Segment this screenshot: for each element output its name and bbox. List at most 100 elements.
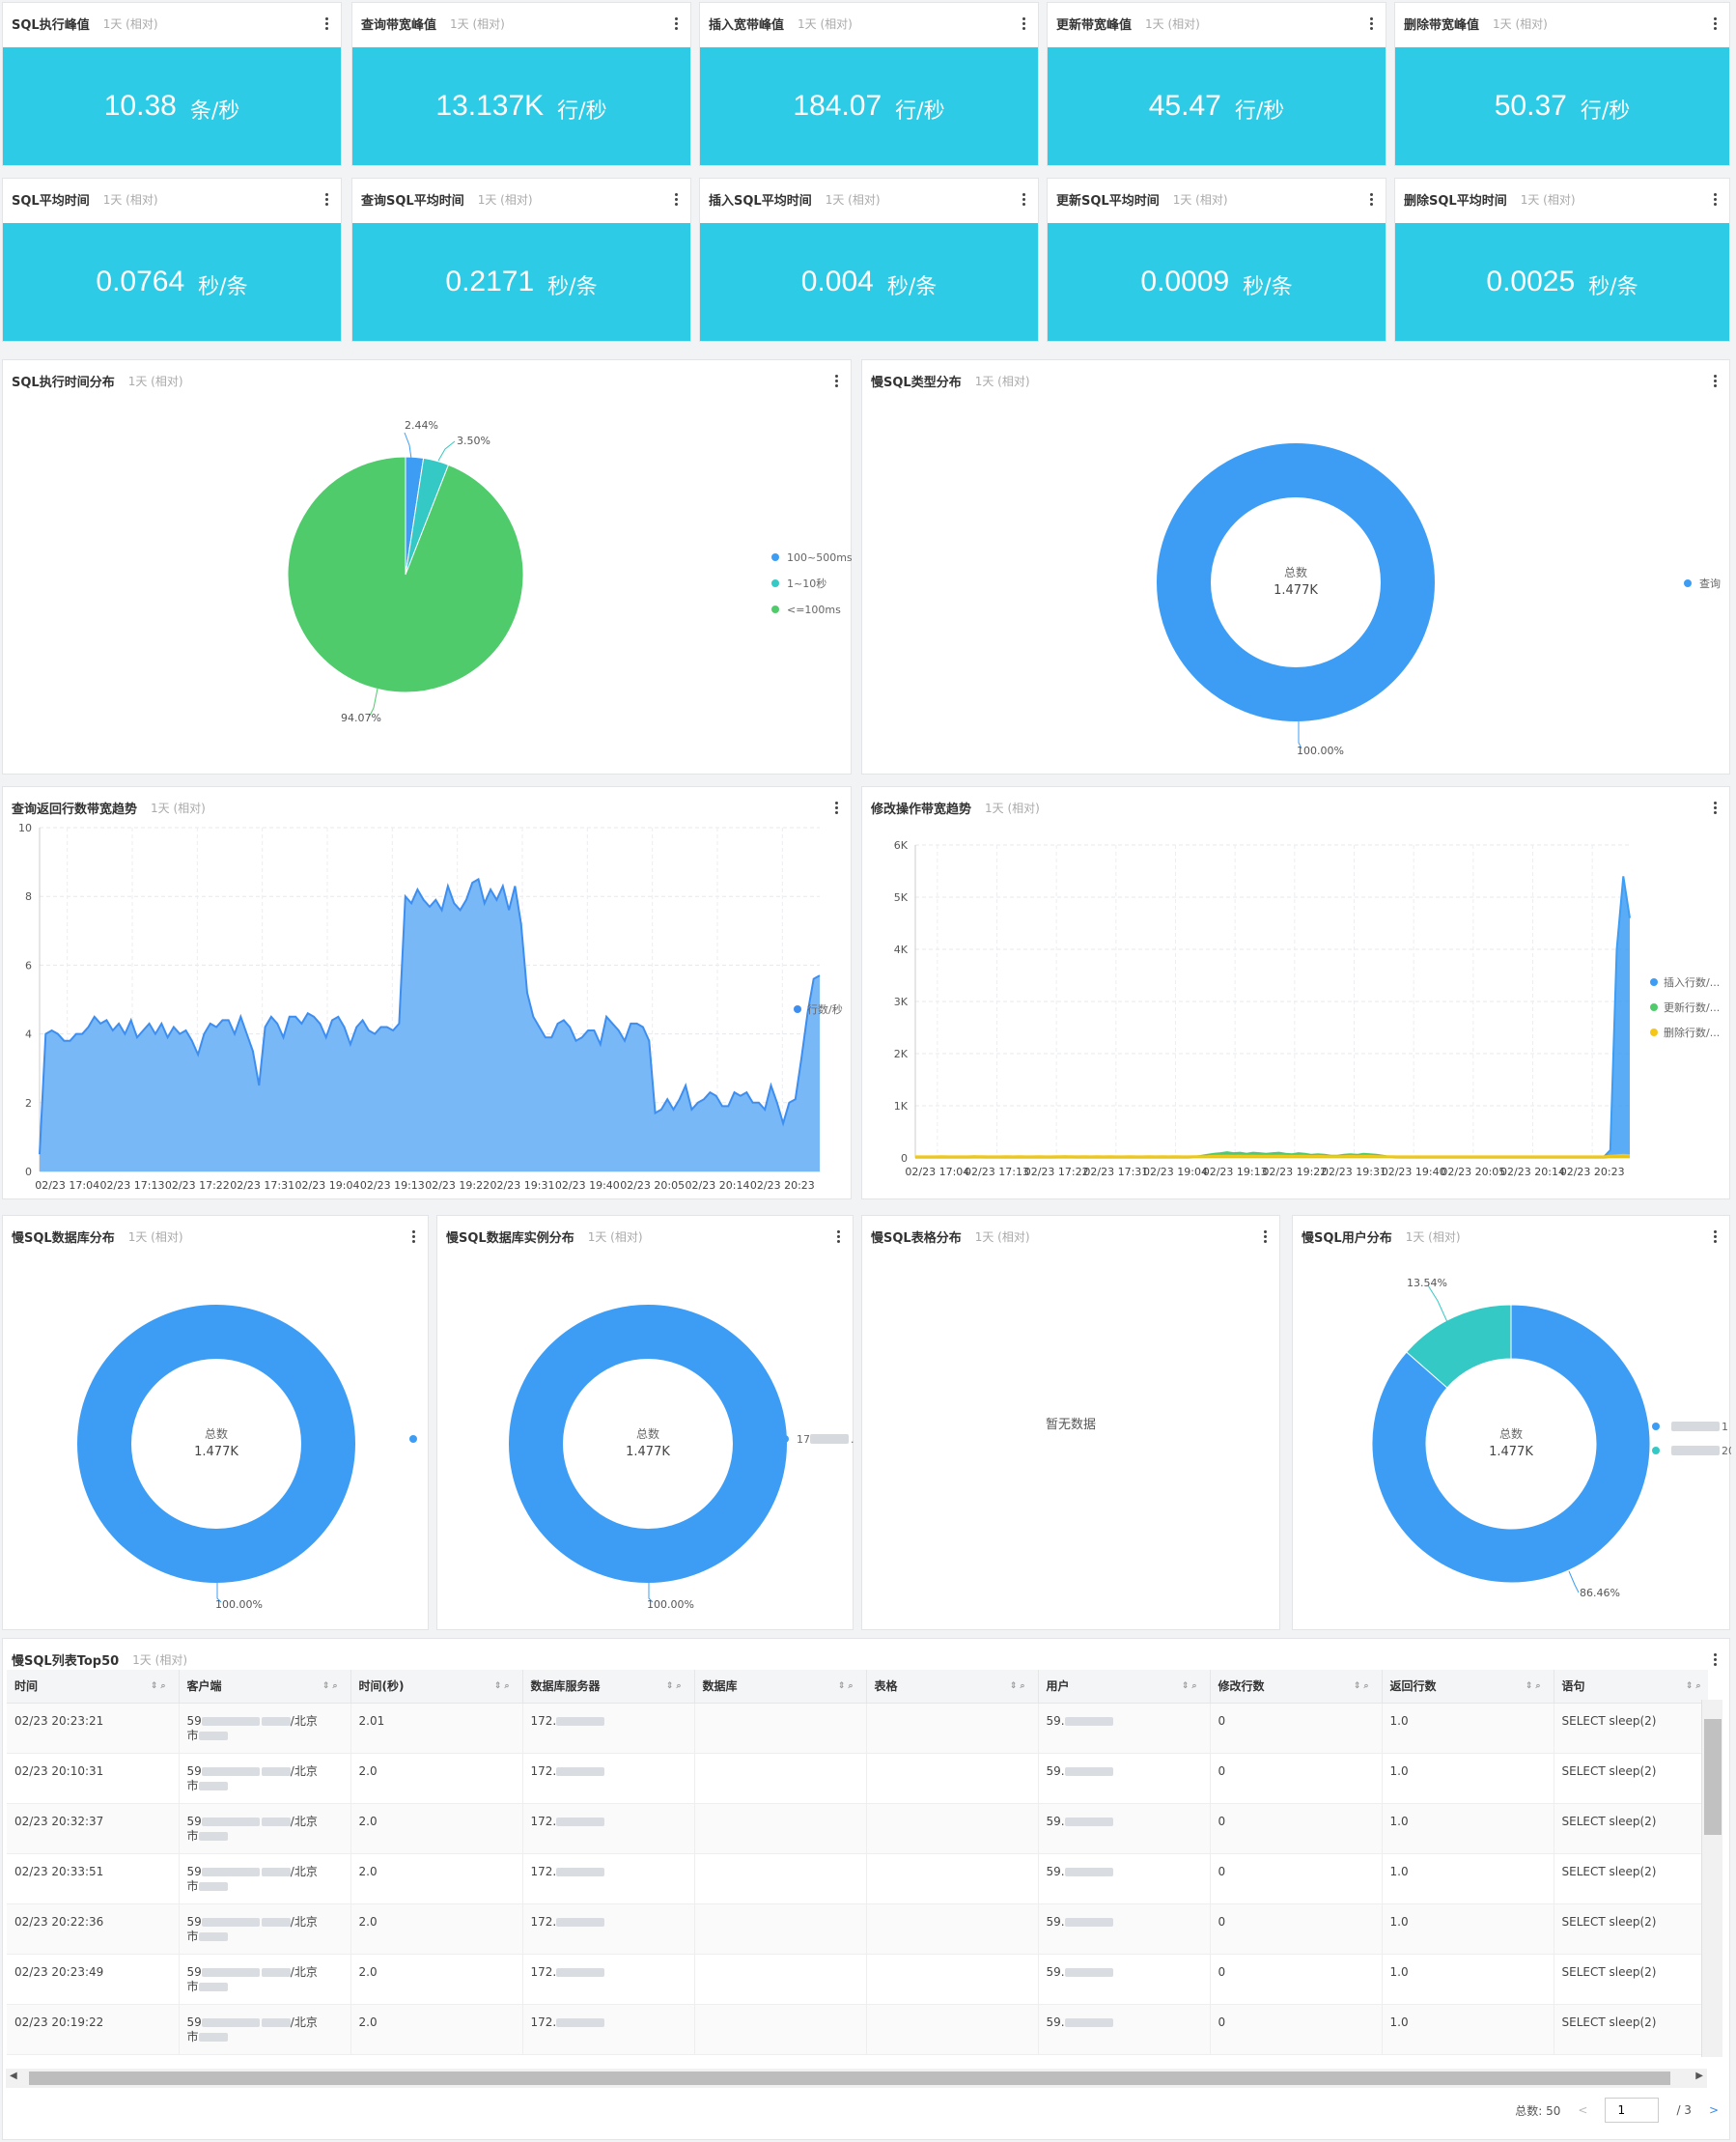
cell-client: 59/北京市	[179, 1803, 351, 1854]
kpi-period: 1天 (相对)	[450, 16, 505, 31]
column-header[interactable]: 用户 ⇕⌕	[1038, 1670, 1211, 1704]
scrollbar-thumb[interactable]	[1704, 1719, 1722, 1835]
column-header[interactable]: 数据库 ⇕⌕	[694, 1670, 867, 1704]
sort-filter-icon[interactable]: ⇕⌕	[494, 1681, 513, 1691]
sort-filter-icon[interactable]: ⇕⌕	[838, 1681, 856, 1691]
slice-value-label: 2.44%	[405, 419, 438, 432]
prev-page-button[interactable]: <	[1578, 2103, 1587, 2117]
cell-table	[866, 1853, 1039, 1904]
no-data-text: 暂无数据	[1045, 1418, 1096, 1432]
x-tick-label: 02/23 20:05	[1441, 1166, 1505, 1178]
kpi-tile: 查询SQL平均时间 1天 (相对) 0.2171 秒/条	[351, 178, 691, 342]
more-menu-icon[interactable]	[1364, 190, 1378, 208]
cell-returned: 1.0	[1382, 1903, 1554, 1955]
cell-server: 172.	[522, 1903, 695, 1955]
column-header-label: 用户	[1046, 1679, 1070, 1694]
sort-filter-icon[interactable]: ⇕⌕	[1354, 1681, 1372, 1691]
cell-user: 59.	[1038, 1703, 1211, 1754]
column-header[interactable]: 返回行数 ⇕⌕	[1382, 1670, 1554, 1704]
table-row[interactable]: 02/23 20:23:49 59/北京市 2.0 172. 59. 0 1.0…	[7, 1954, 1708, 2005]
kpi-value-area: 0.2171 秒/条	[352, 223, 690, 341]
cell-client: 59/北京市	[179, 1703, 351, 1754]
page-total: / 3	[1676, 2103, 1692, 2117]
sort-filter-icon[interactable]: ⇕⌕	[1526, 1681, 1544, 1691]
more-menu-icon[interactable]	[1364, 14, 1378, 32]
kpi-tile: 删除SQL平均时间 1天 (相对) 0.0025 秒/条	[1394, 178, 1730, 342]
slice-value-label: 86.46%	[1580, 1587, 1620, 1599]
slow-type-donut-chart: 总数 1.477K 100.00% 查询	[1157, 443, 1721, 757]
more-menu-icon[interactable]	[1708, 1650, 1722, 1668]
y-tick-label: 4	[25, 1029, 32, 1041]
label-leader-line	[437, 440, 456, 462]
scroll-left-icon[interactable]: ◀	[10, 2071, 17, 2081]
column-header[interactable]: 时间(秒) ⇕⌕	[350, 1670, 523, 1704]
legend-label: 查询	[1699, 577, 1721, 590]
column-header[interactable]: 修改行数 ⇕⌕	[1210, 1670, 1383, 1704]
sort-filter-icon[interactable]: ⇕⌕	[151, 1681, 169, 1691]
slow-db-dist-panel: 慢SQL数据库分布 1天 (相对) 总数 1.477K 100.00%	[2, 1215, 429, 1630]
kpi-period: 1天 (相对)	[1493, 16, 1548, 31]
next-page-button[interactable]: >	[1709, 2103, 1719, 2117]
more-menu-icon[interactable]	[320, 190, 333, 208]
vertical-scrollbar[interactable]	[1701, 1700, 1722, 2057]
column-header[interactable]: 客户端 ⇕⌕	[179, 1670, 351, 1704]
sort-filter-icon[interactable]: ⇕⌕	[1182, 1681, 1200, 1691]
scrollbar-thumb[interactable]	[29, 2072, 1670, 2085]
exec-time-pie-chart: 2.44% 3.50% 94.07% 100~500ms 1~10秒 <=100ms	[287, 419, 853, 724]
column-header[interactable]: 语句 ⇕⌕	[1554, 1670, 1708, 1704]
modify-trend-area-chart: 01K2K3K4K5K6K02/23 17:0402/23 17:1302/23…	[894, 839, 1720, 1178]
scroll-right-icon[interactable]: ▶	[1695, 2071, 1703, 2081]
more-menu-icon[interactable]	[1017, 190, 1030, 208]
more-menu-icon[interactable]	[1708, 190, 1722, 208]
slow-instance-donut-chart: 总数 1.477K 100.00% 17 .200	[509, 1305, 854, 1611]
cell-user: 59.	[1038, 1903, 1211, 1955]
kpi-value-area: 0.0025 秒/条	[1395, 223, 1729, 341]
cell-statement: SELECT sleep(2)	[1554, 1853, 1708, 1904]
x-tick-label: 02/23 19:40	[1382, 1166, 1446, 1178]
more-menu-icon[interactable]	[320, 14, 333, 32]
sort-filter-icon[interactable]: ⇕⌕	[1010, 1681, 1028, 1691]
table-row[interactable]: 02/23 20:19:22 59/北京市 2.0 172. 59. 0 1.0…	[7, 2004, 1708, 2055]
table-row[interactable]: 02/23 20:33:51 59/北京市 2.0 172. 59. 0 1.0…	[7, 1853, 1708, 1904]
table-row[interactable]: 02/23 20:10:31 59/北京市 2.0 172. 59. 0 1.0…	[7, 1753, 1708, 1804]
sort-filter-icon[interactable]: ⇕⌕	[322, 1681, 341, 1691]
horizontal-scrollbar[interactable]: ◀ ▶	[6, 2069, 1707, 2088]
legend-label: 17	[797, 1433, 810, 1446]
more-menu-icon[interactable]	[1017, 14, 1030, 32]
column-header[interactable]: 数据库服务器 ⇕⌕	[522, 1670, 695, 1704]
cell-time: 02/23 20:19:22	[7, 2004, 180, 2055]
table-viewport[interactable]: 时间 ⇕⌕ 客户端 ⇕⌕ 时间(秒) ⇕⌕ 数据库服务器 ⇕⌕ 数据库 ⇕⌕ 表格 ⇕⌕ 用…	[7, 1670, 1708, 2066]
x-tick-label: 02/23 20:05	[620, 1179, 685, 1192]
sort-filter-icon[interactable]: ⇕⌕	[1686, 1681, 1704, 1691]
kpi-value: 50.37	[1494, 90, 1567, 122]
column-header[interactable]: 时间 ⇕⌕	[7, 1670, 180, 1704]
donut-center-value: 1.477K	[626, 1445, 670, 1459]
x-tick-label: 02/23 19:40	[555, 1179, 620, 1192]
more-menu-icon[interactable]	[669, 190, 683, 208]
pagination: 总数: 50 < / 3 >	[1515, 2098, 1719, 2123]
cell-server: 172.	[522, 1753, 695, 1804]
cell-user: 59.	[1038, 1803, 1211, 1854]
more-menu-icon[interactable]	[1258, 1227, 1272, 1245]
legend-dot	[771, 606, 779, 613]
cell-database	[694, 2004, 867, 2055]
page-input[interactable]	[1605, 2098, 1660, 2123]
legend-redacted	[810, 1434, 849, 1444]
kpi-unit: 行/秒	[895, 99, 945, 124]
x-tick-label: 02/23 17:04	[905, 1166, 969, 1178]
y-tick-label: 1K	[894, 1100, 909, 1113]
cell-returned: 1.0	[1382, 1753, 1554, 1804]
table-row[interactable]: 02/23 20:32:37 59/北京市 2.0 172. 59. 0 1.0…	[7, 1803, 1708, 1854]
slow-type-dist-panel: 慢SQL类型分布 1天 (相对) 总数 1.477K 100.00% 查询	[861, 359, 1730, 775]
y-tick-label: 6	[25, 959, 32, 972]
sort-filter-icon[interactable]: ⇕⌕	[666, 1681, 685, 1691]
kpi-period: 1天 (相对)	[1172, 192, 1228, 207]
column-header[interactable]: 表格 ⇕⌕	[866, 1670, 1039, 1704]
table-row[interactable]: 02/23 20:22:36 59/北京市 2.0 172. 59. 0 1.0…	[7, 1903, 1708, 1955]
y-tick-label: 2	[25, 1097, 32, 1110]
more-menu-icon[interactable]	[669, 14, 683, 32]
table-row[interactable]: 02/23 20:23:21 59/北京市 2.01 172. 59. 0 1.…	[7, 1703, 1708, 1754]
kpi-unit: 行/秒	[1580, 99, 1631, 124]
kpi-unit: 秒/条	[198, 275, 248, 299]
more-menu-icon[interactable]	[1708, 14, 1722, 32]
